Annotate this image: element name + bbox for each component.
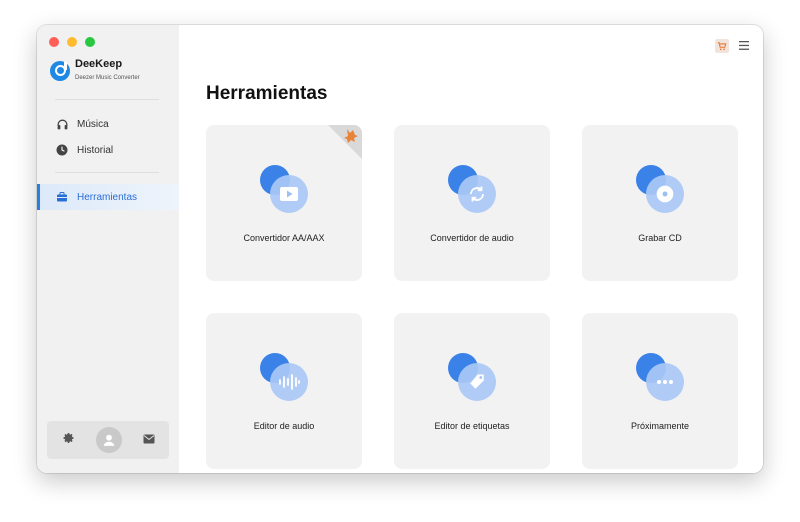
sidebar-item-musica[interactable]: Música — [37, 111, 179, 137]
header-toolbar — [715, 37, 749, 55]
tag-icon — [448, 353, 496, 401]
app-subtitle: Deezer Music Converter — [75, 75, 140, 81]
main-content: Herramientas Convertidor AA/AAX Converti… — [179, 25, 763, 473]
app-name: DeeKeep — [75, 58, 123, 70]
tool-card-label: Editor de etiquetas — [434, 421, 510, 431]
sidebar-divider — [55, 172, 159, 173]
sidebar-divider — [55, 99, 159, 100]
tool-card-label: Editor de audio — [253, 421, 315, 431]
tool-card-label: Convertidor AA/AAX — [243, 233, 325, 243]
app-brand: DeeKeep Deezer Music Converter — [50, 58, 140, 83]
gear-icon[interactable] — [63, 431, 75, 449]
more-dots-icon — [636, 353, 684, 401]
mail-icon[interactable] — [143, 431, 155, 449]
headphones-icon — [55, 117, 69, 131]
convert-refresh-icon — [448, 165, 496, 213]
user-avatar-icon[interactable] — [96, 427, 122, 453]
minimize-window-button[interactable] — [67, 37, 77, 47]
tool-card-label: Grabar CD — [638, 233, 682, 243]
close-window-button[interactable] — [49, 37, 59, 47]
window-controls — [49, 37, 95, 47]
app-logo-icon — [50, 60, 70, 81]
sidebar-bottom-bar — [47, 421, 169, 459]
menu-icon[interactable] — [739, 37, 749, 55]
app-window: DeeKeep Deezer Music Converter Música Hi… — [37, 25, 763, 473]
sidebar-item-herramientas[interactable]: Herramientas — [37, 184, 179, 210]
tool-card-convertidor-audio[interactable]: Convertidor de audio — [394, 125, 550, 281]
sidebar-item-label: Historial — [77, 144, 114, 156]
waveform-icon — [260, 353, 308, 401]
disc-icon — [636, 165, 684, 213]
video-icon — [260, 165, 308, 213]
sidebar-item-label: Música — [77, 118, 109, 130]
sidebar-item-label: Herramientas — [77, 191, 138, 203]
tool-card-proximamente[interactable]: Próximamente — [582, 313, 738, 469]
tool-card-label: Próximamente — [630, 421, 690, 431]
sidebar: DeeKeep Deezer Music Converter Música Hi… — [37, 25, 179, 473]
clock-icon — [55, 143, 69, 157]
tool-card-grabar-cd[interactable]: Grabar CD — [582, 125, 738, 281]
maximize-window-button[interactable] — [85, 37, 95, 47]
tool-card-aa-aax[interactable]: Convertidor AA/AAX — [206, 125, 362, 281]
sidebar-item-historial[interactable]: Historial — [37, 137, 179, 163]
premium-badge-icon — [328, 125, 362, 159]
toolbox-icon — [55, 190, 69, 204]
tool-card-editor-audio[interactable]: Editor de audio — [206, 313, 362, 469]
tool-card-editor-etiquetas[interactable]: Editor de etiquetas — [394, 313, 550, 469]
cart-icon[interactable] — [715, 39, 729, 53]
tool-card-label: Convertidor de audio — [430, 233, 514, 243]
page-title: Herramientas — [206, 83, 328, 104]
